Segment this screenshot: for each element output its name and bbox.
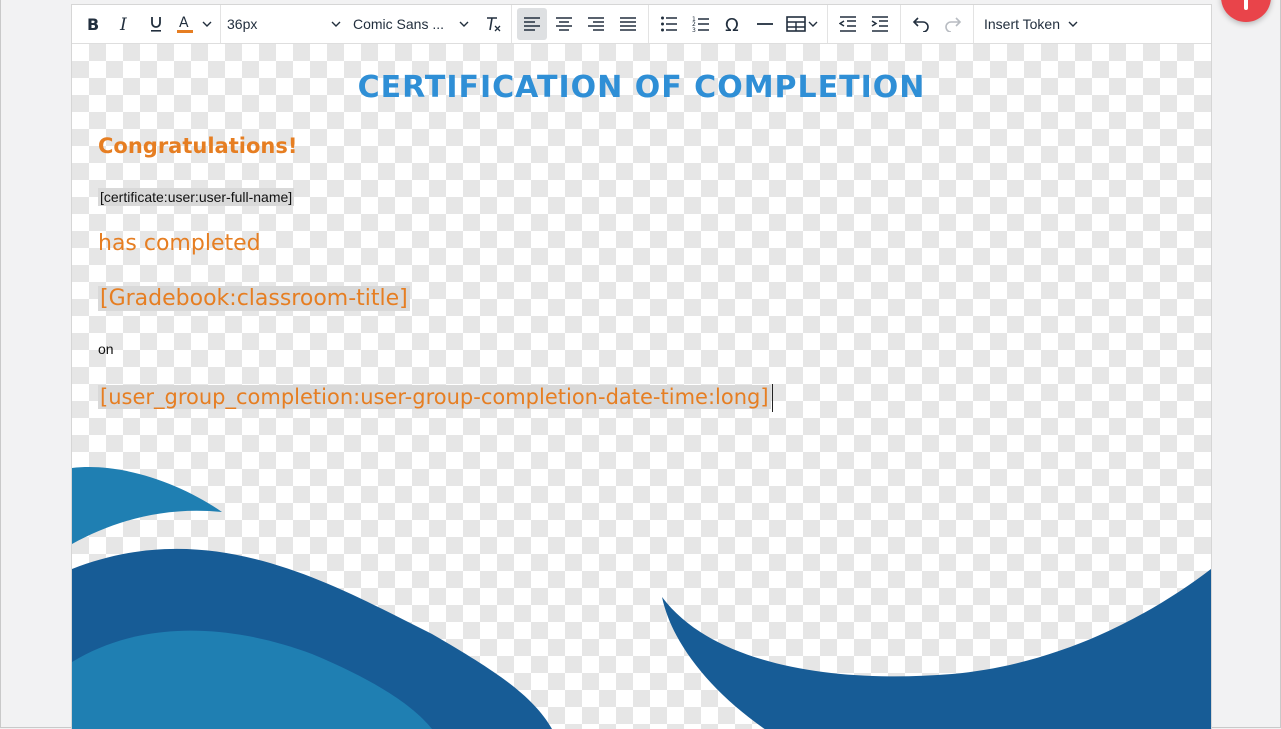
- text-color-dropdown[interactable]: [199, 8, 215, 40]
- bold-button[interactable]: B: [77, 8, 107, 40]
- on-text: on: [98, 341, 114, 357]
- underline-icon: [151, 17, 161, 32]
- undo-icon: [912, 17, 929, 32]
- justify-button[interactable]: [613, 8, 643, 40]
- editor-toolbar: B I A 36px Comic Sans ... 1 2 3 Ω Insert…: [72, 5, 1211, 44]
- horizontal-line-icon: [757, 23, 773, 25]
- bold-icon: B: [87, 16, 99, 32]
- redo-button[interactable]: [938, 8, 968, 40]
- classroom-title-token: [Gradebook:classroom-title]: [98, 286, 410, 311]
- rich-text-editor: B I A 36px Comic Sans ... 1 2 3 Ω Insert…: [71, 4, 1212, 729]
- svg-text:3: 3: [692, 27, 696, 33]
- certificate-title: CERTIFICATION OF COMPLETION: [357, 70, 926, 105]
- svg-text:B: B: [87, 16, 99, 32]
- justify-icon: [620, 17, 636, 31]
- numbered-list-button[interactable]: 123: [686, 8, 716, 40]
- certificate-canvas[interactable]: CERTIFICATION OF COMPLETION Congratulati…: [72, 44, 1211, 729]
- align-left-icon: [524, 17, 540, 31]
- svg-text:I: I: [119, 16, 127, 32]
- completion-date-token: [user_group_completion:user-group-comple…: [98, 385, 771, 409]
- align-left-button[interactable]: [517, 8, 547, 40]
- has-completed-text: has completed: [98, 231, 261, 256]
- table-button[interactable]: [782, 8, 822, 40]
- underline-button[interactable]: [141, 8, 171, 40]
- font-size-select[interactable]: 36px: [221, 8, 347, 40]
- font-family-select[interactable]: Comic Sans ...: [347, 8, 475, 40]
- classroom-title-line: [Gradebook:classroom-title]: [98, 286, 410, 311]
- chevron-down-icon: [459, 21, 469, 27]
- insert-token-menu[interactable]: Insert Token: [978, 8, 1084, 40]
- font-family-value: Comic Sans ...: [353, 16, 445, 32]
- bullet-list-icon: [661, 16, 677, 32]
- chevron-down-icon: [202, 21, 212, 27]
- italic-icon: I: [119, 16, 127, 32]
- completion-date-line: [user_group_completion:user-group-comple…: [98, 384, 773, 412]
- text-color-icon: A: [177, 15, 193, 33]
- align-center-icon: [556, 17, 572, 31]
- align-center-button[interactable]: [549, 8, 579, 40]
- clear-formatting-icon: [487, 17, 501, 32]
- outdent-icon: [839, 16, 856, 32]
- chevron-down-icon: [1068, 21, 1078, 27]
- undo-button[interactable]: [906, 8, 936, 40]
- special-character-button[interactable]: Ω: [718, 8, 748, 40]
- outdent-button[interactable]: [833, 8, 863, 40]
- italic-button[interactable]: I: [109, 8, 139, 40]
- numbered-list-icon: 123: [692, 16, 709, 33]
- font-size-value: 36px: [227, 16, 258, 32]
- svg-text:Ω: Ω: [725, 15, 739, 33]
- special-character-icon: Ω: [725, 15, 739, 33]
- svg-text:A: A: [179, 15, 189, 31]
- congrats-heading: Congratulations!: [98, 134, 298, 158]
- text-color-button[interactable]: A: [173, 8, 197, 40]
- chevron-down-icon: [331, 21, 341, 27]
- align-right-button[interactable]: [581, 8, 611, 40]
- redo-icon: [945, 17, 962, 32]
- chevron-down-icon: [808, 21, 818, 27]
- bullet-list-button[interactable]: [654, 8, 684, 40]
- plus-icon: [1244, 0, 1248, 10]
- indent-button[interactable]: [865, 8, 895, 40]
- horizontal-line-button[interactable]: [750, 8, 780, 40]
- align-right-icon: [588, 17, 604, 31]
- text-cursor: [771, 384, 773, 412]
- clear-formatting-button[interactable]: [478, 8, 508, 40]
- insert-token-label: Insert Token: [984, 16, 1061, 32]
- table-icon: [786, 16, 806, 32]
- indent-icon: [871, 16, 888, 32]
- user-name-token: [certificate:user:user-full-name]: [98, 188, 295, 206]
